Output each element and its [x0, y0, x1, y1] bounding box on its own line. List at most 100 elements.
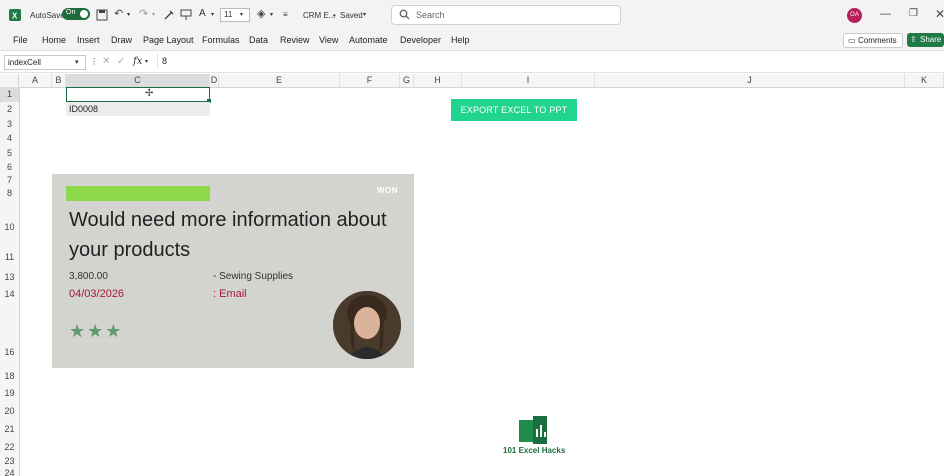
row-header-11[interactable]: 11 — [0, 252, 19, 262]
customize-toolbar-icon[interactable]: ≡ — [283, 10, 288, 19]
insert-function-icon[interactable]: fx — [133, 56, 142, 67]
tab-formulas[interactable]: Formulas — [202, 35, 240, 45]
tab-automate[interactable]: Automate — [349, 35, 388, 45]
font-size-value: 11 — [224, 10, 233, 19]
formula-bar: indexCell ▾ ⋮ ✕ ✓ fx ▾ 8 — [0, 52, 944, 73]
autosave-toggle[interactable]: On — [62, 8, 90, 20]
enter-icon[interactable]: ✓ — [117, 56, 125, 67]
font-color-icon[interactable]: A — [199, 8, 206, 19]
contact-photo — [333, 291, 401, 359]
row-header-10[interactable]: 10 — [0, 222, 19, 232]
tab-developer[interactable]: Developer — [400, 35, 441, 45]
toggle-knob — [80, 10, 88, 18]
row-header-23[interactable]: 23 — [0, 456, 19, 466]
status-badge: WON — [376, 186, 398, 195]
save-icon[interactable] — [96, 9, 108, 21]
title-bar: X AutoSave On ↶ ▾ ↷ ▾ A ▾ 11 ▾ ◈ ▾ ≡ CRM… — [0, 0, 944, 30]
column-header-h[interactable]: H — [414, 74, 462, 87]
share-icon: ⇪ — [910, 35, 917, 44]
deal-date: 04/03/2026 — [69, 288, 125, 300]
column-header-d[interactable]: D — [210, 74, 219, 87]
redo-icon[interactable]: ↷ — [139, 7, 148, 20]
row-header-21[interactable]: 21 — [0, 424, 19, 434]
cell-c2[interactable]: ID0008 — [66, 102, 210, 116]
select-all-corner[interactable] — [0, 74, 19, 87]
column-header-g[interactable]: G — [400, 74, 414, 87]
row-header-1[interactable]: 1 — [0, 87, 19, 102]
column-header-b[interactable]: B — [52, 74, 66, 87]
file-name[interactable]: CRM E... — [303, 11, 335, 20]
search-box[interactable]: Search — [391, 5, 621, 25]
user-avatar[interactable]: OA — [847, 8, 862, 23]
cancel-icon[interactable]: ✕ — [102, 56, 110, 67]
column-header-a[interactable]: A — [19, 74, 52, 87]
row-header-6[interactable]: 6 — [0, 162, 19, 172]
row-header-7[interactable]: 7 — [0, 175, 19, 185]
formula-input[interactable]: 8 — [162, 56, 167, 66]
tab-view[interactable]: View — [319, 35, 338, 45]
tab-review[interactable]: Review — [280, 35, 310, 45]
tab-insert[interactable]: Insert — [77, 35, 100, 45]
column-header-i[interactable]: I — [462, 74, 595, 87]
tab-data[interactable]: Data — [249, 35, 268, 45]
opportunity-card: WON Would need more information about yo… — [52, 174, 414, 368]
tab-file[interactable]: File — [13, 35, 28, 45]
row-header-14[interactable]: 14 — [0, 289, 19, 299]
divider — [157, 54, 158, 68]
row-header-2[interactable]: 2 — [0, 104, 19, 114]
row-header-22[interactable]: 22 — [0, 442, 19, 452]
star-rating: ★★★ — [69, 321, 124, 341]
row-header-13[interactable]: 13 — [0, 272, 19, 282]
row-header-8[interactable]: 8 — [0, 188, 19, 198]
format-painter-icon[interactable] — [163, 9, 175, 21]
undo-icon[interactable]: ↶ — [114, 7, 123, 20]
undo-dropdown-icon[interactable]: ▾ — [127, 11, 130, 18]
row-header-19[interactable]: 19 — [0, 388, 19, 398]
row-header-5[interactable]: 5 — [0, 148, 19, 158]
comments-button[interactable]: ▭ Comments — [843, 33, 903, 48]
row-header-20[interactable]: 20 — [0, 406, 19, 416]
save-status[interactable]: Saved — [340, 11, 363, 20]
product-category: - Sewing Supplies — [213, 271, 294, 282]
fill-color-dropdown-icon[interactable]: ▾ — [270, 11, 273, 18]
minimize-icon[interactable]: — — [880, 8, 891, 20]
column-header-e[interactable]: E — [219, 74, 340, 87]
save-status-chevron-icon[interactable]: ▾ — [363, 11, 366, 18]
redo-dropdown-icon[interactable]: ▾ — [152, 11, 155, 18]
column-header-f[interactable]: F — [340, 74, 400, 87]
close-icon[interactable]: ✕ — [935, 7, 944, 21]
search-icon — [399, 9, 410, 20]
row-header-18[interactable]: 18 — [0, 371, 19, 381]
comments-label: Comments — [858, 36, 897, 45]
row-header-16[interactable]: 16 — [0, 347, 19, 357]
column-header-c[interactable]: C — [66, 74, 210, 87]
share-label: Share — [920, 35, 942, 44]
tab-home[interactable]: Home — [42, 35, 66, 45]
row-header-4[interactable]: 4 — [0, 133, 19, 143]
selected-cell-c1[interactable]: ✢ — [66, 87, 211, 103]
autosave-state: On — [66, 9, 76, 16]
tab-draw[interactable]: Draw — [111, 35, 132, 45]
share-button[interactable]: ⇪ Share — [907, 33, 944, 47]
row-header-24[interactable]: 24 — [0, 468, 19, 476]
fill-color-icon[interactable]: ◈ — [257, 7, 265, 20]
portrait-image — [333, 291, 401, 359]
name-box[interactable]: indexCell ▾ — [4, 55, 86, 70]
print-preview-icon[interactable] — [180, 9, 192, 21]
restore-icon[interactable]: ❐ — [909, 8, 918, 19]
column-header-j[interactable]: J — [595, 74, 905, 87]
row-header-3[interactable]: 3 — [0, 119, 19, 129]
column-headers: A B C D E F G H I J K — [0, 74, 944, 88]
contact-channel: : Email — [213, 288, 247, 300]
row-headers: 1 2 3 4 5 6 7 8 10 11 13 14 16 18 19 20 … — [0, 87, 20, 476]
tab-help[interactable]: Help — [451, 35, 470, 45]
name-box-value: indexCell — [8, 58, 41, 67]
font-color-dropdown-icon[interactable]: ▾ — [211, 11, 214, 18]
excel-hacks-logo-icon — [519, 416, 547, 444]
font-size-select[interactable]: 11 ▾ — [220, 8, 250, 22]
column-header-k[interactable]: K — [905, 74, 944, 87]
export-excel-to-ppt-button[interactable]: EXPORT EXCEL TO PPT — [451, 99, 577, 121]
more-options-icon[interactable]: ⋮ — [90, 57, 98, 66]
tab-page-layout[interactable]: Page Layout — [143, 35, 194, 45]
function-dropdown-icon[interactable]: ▾ — [145, 58, 148, 65]
